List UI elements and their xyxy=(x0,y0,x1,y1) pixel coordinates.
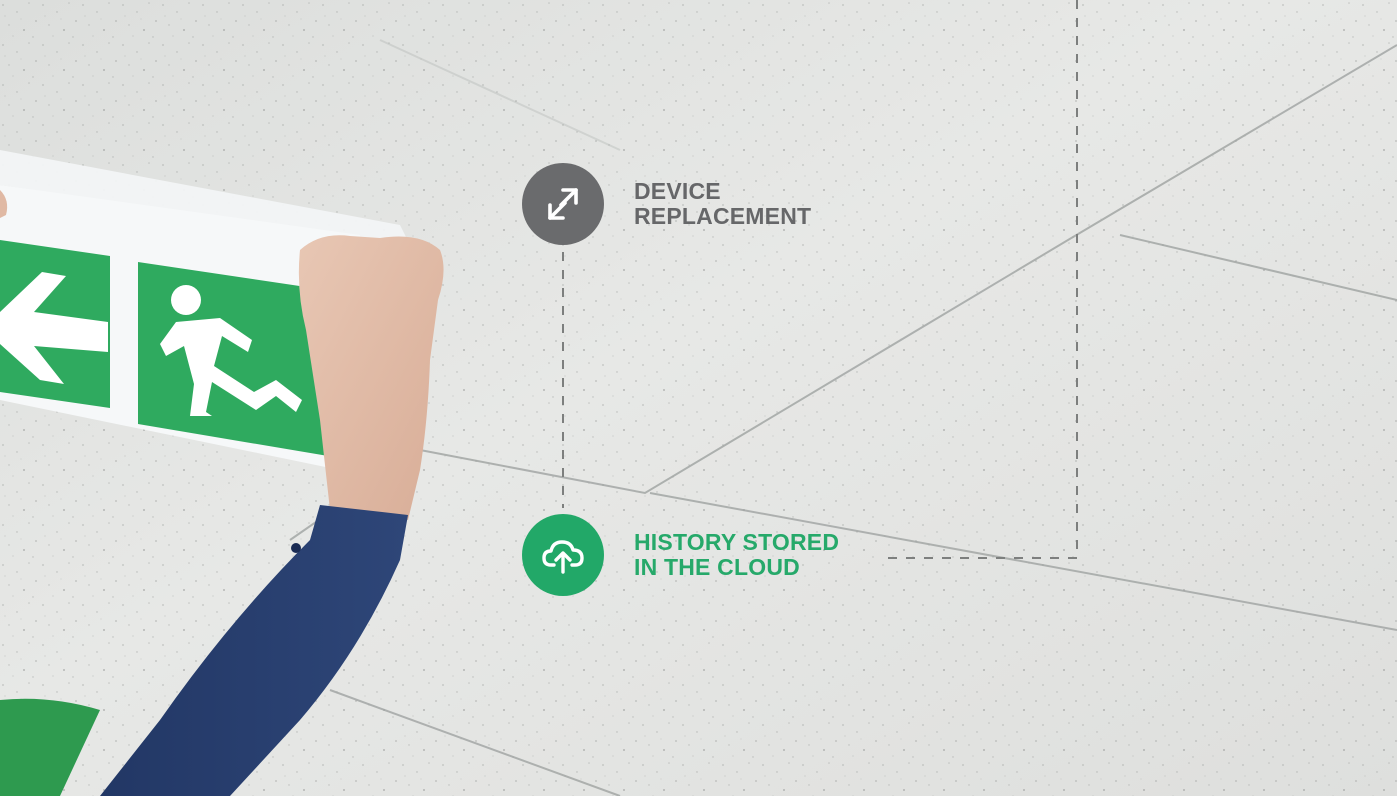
cloud-history-label: HISTORY STORED IN THE CLOUD xyxy=(634,529,840,580)
device-replacement-step: DEVICE REPLACEMENT xyxy=(522,163,864,245)
device-replacement-label: DEVICE REPLACEMENT xyxy=(634,178,812,229)
cloud-upload-icon xyxy=(522,514,604,596)
cloud-history-step: HISTORY STORED IN THE CLOUD xyxy=(522,514,864,596)
swap-arrows-icon xyxy=(522,163,604,245)
background-photo xyxy=(0,0,1397,796)
